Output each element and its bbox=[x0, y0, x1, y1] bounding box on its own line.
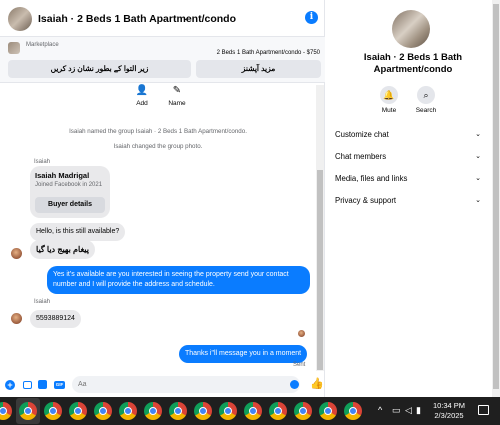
notification-icon[interactable] bbox=[478, 405, 489, 415]
pencil-icon: ✎ bbox=[172, 85, 182, 96]
sticker-icon[interactable] bbox=[38, 380, 47, 389]
chat-scrollbar[interactable] bbox=[316, 85, 324, 371]
add-action[interactable]: 👤 Add bbox=[133, 84, 151, 107]
plus-icon[interactable]: + bbox=[5, 380, 15, 390]
chevron-down-icon: ⌄ bbox=[475, 197, 481, 204]
system-clock[interactable]: 10:34 PM 2/3/2025 bbox=[428, 401, 470, 421]
chrome-icon[interactable] bbox=[344, 402, 362, 420]
chat-pane: Isaiah · 2 Beds 1 Bath Apartment/condo ⌄… bbox=[0, 0, 325, 397]
message-bubble[interactable]: 5593889124 bbox=[30, 310, 81, 328]
chat-title[interactable]: Isaiah · 2 Beds 1 Bath Apartment/condo bbox=[38, 13, 236, 25]
panel-row-privacy[interactable]: Privacy & support ⌄ bbox=[335, 196, 481, 205]
chrome-icon[interactable] bbox=[194, 402, 212, 420]
chevron-up-icon[interactable]: ^ bbox=[378, 405, 382, 415]
conversation-info-panel: Isaiah · 2 Beds 1 Bath Apartment/condo 🔔… bbox=[326, 0, 500, 397]
listing-thumbnail bbox=[8, 42, 20, 54]
name-label: Name bbox=[168, 100, 186, 107]
search-action[interactable]: ⌕ Search bbox=[411, 86, 441, 114]
chrome-icon[interactable] bbox=[69, 402, 87, 420]
buyer-details-button[interactable]: Buyer details bbox=[35, 197, 105, 213]
network-icon[interactable]: ▭ bbox=[392, 405, 401, 416]
chrome-icon[interactable] bbox=[294, 402, 312, 420]
clock-date: 2/3/2025 bbox=[434, 411, 464, 421]
panel-row-media[interactable]: Media, files and links ⌄ bbox=[335, 174, 481, 183]
system-message: Isaiah changed the group photo. bbox=[113, 143, 203, 150]
composer: + GIF 👍 bbox=[0, 372, 325, 397]
mark-pending-button[interactable]: زیر التوا کے بطور نشان زد کریں bbox=[8, 60, 191, 78]
page-scrollbar[interactable] bbox=[492, 0, 500, 397]
sent-status: Sent bbox=[293, 362, 306, 368]
app-root: Isaiah · 2 Beds 1 Bath Apartment/condo ⌄… bbox=[0, 0, 500, 425]
add-label: Add bbox=[136, 100, 148, 107]
image-icon[interactable] bbox=[23, 381, 32, 389]
chrome-icon[interactable] bbox=[269, 402, 287, 420]
chrome-icon[interactable] bbox=[94, 402, 112, 420]
scroll-thumb[interactable] bbox=[317, 170, 323, 370]
info-icon[interactable]: i bbox=[305, 11, 318, 24]
message-bubble[interactable]: Thanks i"ll message you in a moment bbox=[179, 345, 308, 363]
message-bubble[interactable]: پیغام بھیج دیا گیا bbox=[30, 240, 95, 260]
search-icon: ⌕ bbox=[417, 86, 435, 104]
chevron-down-icon[interactable]: ⌄ bbox=[182, 12, 190, 23]
marketplace-banner: Marketplace 2 Beds 1 Bath Apartment/cond… bbox=[0, 37, 325, 83]
chevron-down-icon: ⌄ bbox=[475, 175, 481, 182]
more-options-button[interactable]: مزید آپشنز bbox=[196, 60, 321, 78]
chrome-icon[interactable] bbox=[119, 402, 137, 420]
battery-icon[interactable]: ▮ bbox=[416, 405, 421, 416]
chat-header: Isaiah · 2 Beds 1 Bath Apartment/condo ⌄… bbox=[0, 0, 325, 37]
scroll-thumb[interactable] bbox=[493, 4, 499, 389]
group-avatar[interactable] bbox=[8, 7, 32, 31]
chrome-icon[interactable] bbox=[244, 402, 262, 420]
chrome-icon[interactable] bbox=[19, 402, 37, 420]
seen-avatar bbox=[298, 330, 305, 337]
add-person-icon: 👤 bbox=[135, 85, 149, 96]
panel-title: Isaiah · 2 Beds 1 Bath Apartment/condo bbox=[363, 52, 463, 76]
chrome-icon[interactable] bbox=[319, 402, 337, 420]
panel-row-chat-members[interactable]: Chat members ⌄ bbox=[335, 152, 481, 161]
message-bubble[interactable]: Yes it's available are you interested in… bbox=[47, 266, 310, 294]
row-label: Chat members bbox=[335, 152, 387, 161]
marketplace-label: Marketplace bbox=[26, 42, 59, 48]
speaker-icon[interactable]: ◁ bbox=[405, 405, 412, 416]
chrome-icon[interactable] bbox=[44, 402, 62, 420]
gif-icon[interactable]: GIF bbox=[54, 381, 65, 389]
chevron-down-icon: ⌄ bbox=[475, 131, 481, 138]
system-message: Isaiah named the group Isaiah · 2 Beds 1… bbox=[69, 128, 247, 135]
mute-action[interactable]: 🔔 Mute bbox=[374, 86, 404, 114]
buyer-name[interactable]: Isaiah Madrigal bbox=[35, 171, 89, 180]
avatar[interactable] bbox=[11, 313, 22, 324]
group-photo[interactable] bbox=[392, 10, 430, 48]
clock-time: 10:34 PM bbox=[432, 401, 466, 410]
emoji-icon[interactable] bbox=[290, 380, 299, 389]
chrome-icon[interactable] bbox=[169, 402, 187, 420]
mute-label: Mute bbox=[381, 107, 397, 114]
message-bubble[interactable]: Hello, is this still available? bbox=[30, 223, 126, 241]
name-action[interactable]: ✎ Name bbox=[166, 84, 188, 107]
chrome-icon[interactable] bbox=[0, 402, 12, 420]
chrome-icon[interactable] bbox=[144, 402, 162, 420]
thumbs-up-icon[interactable]: 👍 bbox=[310, 377, 324, 390]
listing-title[interactable]: 2 Beds 1 Bath Apartment/condo - $750 bbox=[217, 50, 320, 56]
panel-row-customize-chat[interactable]: Customize chat ⌄ bbox=[335, 130, 481, 139]
chevron-down-icon: ⌄ bbox=[475, 153, 481, 160]
sender-name: Isaiah bbox=[34, 159, 51, 165]
message-input[interactable] bbox=[72, 376, 300, 393]
chrome-icon[interactable] bbox=[219, 402, 237, 420]
avatar[interactable] bbox=[11, 248, 22, 259]
buyer-joined: Joined Facebook in 2021 bbox=[35, 182, 103, 188]
search-label: Search bbox=[415, 107, 437, 114]
row-label: Customize chat bbox=[335, 130, 389, 139]
buyer-card: Isaiah Madrigal Joined Facebook in 2021 … bbox=[30, 166, 110, 218]
sender-name: Isaiah bbox=[34, 299, 51, 305]
row-label: Privacy & support bbox=[335, 196, 397, 205]
row-label: Media, files and links bbox=[335, 174, 408, 183]
taskbar: ^ ▭ ◁ ▮ 10:34 PM 2/3/2025 bbox=[0, 397, 500, 425]
bell-icon: 🔔 bbox=[380, 86, 398, 104]
